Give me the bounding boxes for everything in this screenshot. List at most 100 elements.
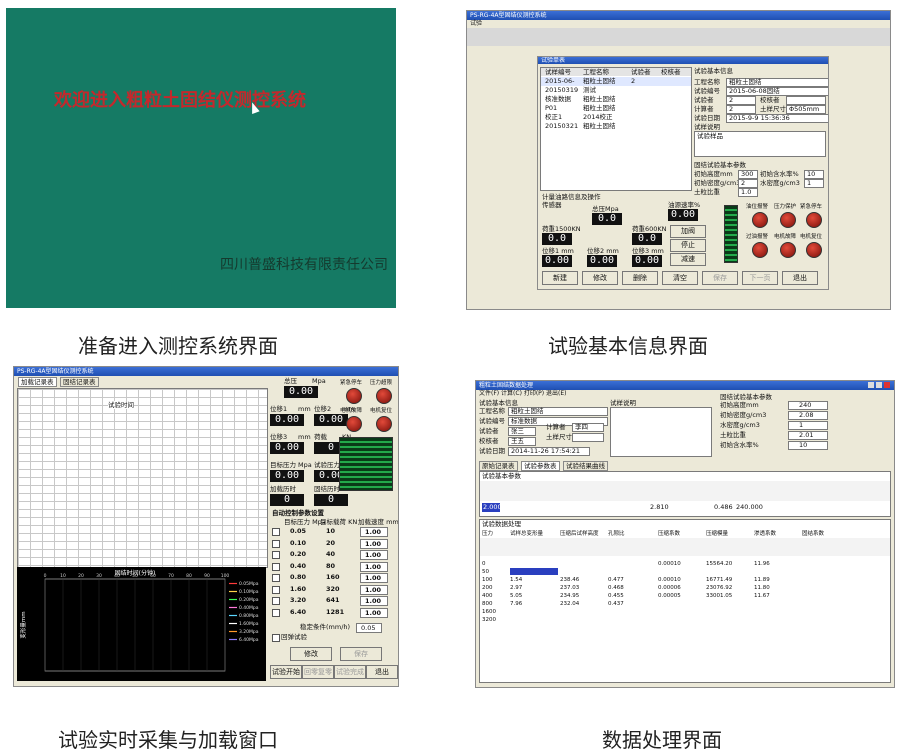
window-controls[interactable] [868,382,892,389]
list-item[interactable]: 2015-06- 粗粒土固结 2 [541,77,691,86]
motor-reset-icon[interactable] [806,242,822,258]
result-tab[interactable]: 原始记录表 [479,461,518,471]
control-button[interactable]: 试验开始 [270,665,302,679]
motor-fault-icon[interactable] [780,242,796,258]
field-label: 工程名称 [479,407,505,415]
action-button[interactable]: 新建 [542,271,578,285]
result-tab[interactable]: 试验结果曲线 [563,461,608,471]
control-speed-input[interactable]: 1.00 [360,550,388,560]
operation-button[interactable]: 加阀 [670,225,706,238]
close-icon[interactable] [884,382,890,388]
list-item[interactable]: 20150321 粗粒土固结 [541,122,691,131]
motor-reset-icon[interactable] [376,416,392,432]
control-speed-input[interactable]: 1.00 [360,596,388,606]
control-checkbox[interactable] [272,608,280,617]
list-item[interactable]: 核准数据 粗粒土固结 [541,95,691,104]
field-input[interactable]: 2 [726,96,756,105]
action-button[interactable]: 下一页 [742,271,778,285]
control-checkbox[interactable] [272,597,280,605]
param-input[interactable]: 10 [804,170,824,179]
param-input[interactable]: 2 [738,179,758,188]
operation-button[interactable]: 减速 [670,253,706,266]
param-value: 2.08 [799,411,814,419]
stable-label: 稳定条件(mm/h) [300,623,351,631]
desc-textarea[interactable] [610,407,712,457]
record-table[interactable]: 试验时间 [17,388,268,568]
pressure-over-icon[interactable] [376,388,392,404]
menu-bar[interactable]: 文件(F) 计算(C) 打印(P) 退出(E) [476,390,894,398]
field-value: 2015-9-9 15:36:36 [729,114,790,122]
overflow-alarm-icon[interactable] [752,242,768,258]
size-input[interactable] [572,433,604,442]
param-input[interactable]: 300 [738,170,758,179]
param-input[interactable]: 1 [804,179,824,188]
readout-display: 0 [270,494,304,506]
param-input[interactable]: 240 [788,401,828,410]
menu-bar[interactable]: 试验 [467,20,890,28]
field-input[interactable]: 2015-9-9 15:36:36 [726,114,828,123]
maximize-icon[interactable] [876,382,882,388]
action-button[interactable]: 删除 [622,271,658,285]
action-button[interactable]: 退出 [782,271,818,285]
control-pressure: 0.10 [290,538,307,547]
control-checkbox[interactable] [272,574,280,582]
list-item[interactable]: 校正1 2014校正 [541,113,691,122]
field-input[interactable]: 2014-11-26 17:54:21 [508,447,590,456]
control-button[interactable]: 保存 [340,647,382,661]
selected-cell[interactable] [510,568,558,575]
desc-textarea[interactable]: 试验样品 [694,131,826,157]
emergency-stop-icon[interactable] [806,212,822,228]
action-button[interactable]: 保存 [702,271,738,285]
control-button[interactable]: 试验完成 [334,665,366,679]
param-input[interactable]: 1 [788,421,828,430]
control-checkbox[interactable] [272,551,280,559]
control-speed-input[interactable]: 1.00 [360,527,388,537]
control-speed-input[interactable]: 1.00 [360,584,388,595]
field-input[interactable]: 2015-06-08固结 [726,87,828,96]
record-list[interactable]: 试样编号 工程名称 试验者 校核者 2015-06- 粗粒土固结 2 20150319… [540,67,692,191]
minimize-icon[interactable] [868,382,874,388]
calc-input[interactable]: 李四 [572,423,604,432]
tab-consolidation-record[interactable]: 固结记录表 [60,377,99,387]
field-input[interactable]: 王五 [508,437,536,446]
control-checkbox[interactable] [272,528,280,536]
param-input[interactable]: 1.0 [738,188,758,197]
pressure-protect-icon[interactable] [780,212,796,228]
oil-alarm-icon[interactable] [752,212,768,228]
size-select[interactable]: Φ505mm [786,105,826,114]
motor-fault-icon[interactable] [346,416,362,432]
action-button[interactable]: 修改 [582,271,618,285]
tab-load-record[interactable]: 加载记录表 [18,377,57,387]
control-speed-input[interactable]: 1.00 [360,561,388,572]
control-speed-input[interactable]: 1.00 [360,538,388,549]
checker-label: 校核者 [760,96,780,104]
control-speed-input[interactable]: 1.00 [360,607,388,618]
param-input[interactable]: 10 [788,441,828,450]
result-tab[interactable]: 试验参数表 [521,461,560,471]
field-input[interactable]: 2 [726,105,756,114]
operation-button[interactable]: 停止 [670,239,706,252]
list-item[interactable]: P01 粗粒土固结 [541,104,691,113]
control-speed-input[interactable]: 1.00 [360,573,388,583]
checker-input[interactable] [786,96,826,105]
control-button[interactable]: 回零复零 [302,665,334,679]
proc-header: 固结系数 [802,531,825,537]
control-checkbox[interactable] [272,539,280,548]
field-input[interactable]: 粗粒土固结 [726,78,828,87]
stable-input[interactable]: 0.05 [356,623,382,633]
param-input[interactable]: 2.01 [788,431,828,440]
list-item[interactable]: 20150319 测试 [541,86,691,95]
control-button[interactable]: 修改 [290,647,332,661]
control-checkbox[interactable] [272,585,280,594]
status-label: 油位报警 [746,204,769,210]
field-input[interactable]: 粗粒土固结 [508,407,608,416]
control-button[interactable]: 退出 [366,665,398,679]
param-input[interactable]: 2.08 [788,411,828,420]
control-load: 20 [326,538,336,547]
rebound-checkbox[interactable] [272,634,280,642]
field-input[interactable]: 张三 [508,427,536,436]
action-button[interactable]: 清空 [662,271,698,285]
control-checkbox[interactable] [272,562,280,571]
processing-table[interactable]: 试验数据处理 压力 试样总变形量 压缩后试样高度 孔隙比 压缩系数 压缩模量 渗透系数 固结系… [479,519,891,683]
emergency-stop-icon[interactable] [346,388,362,404]
